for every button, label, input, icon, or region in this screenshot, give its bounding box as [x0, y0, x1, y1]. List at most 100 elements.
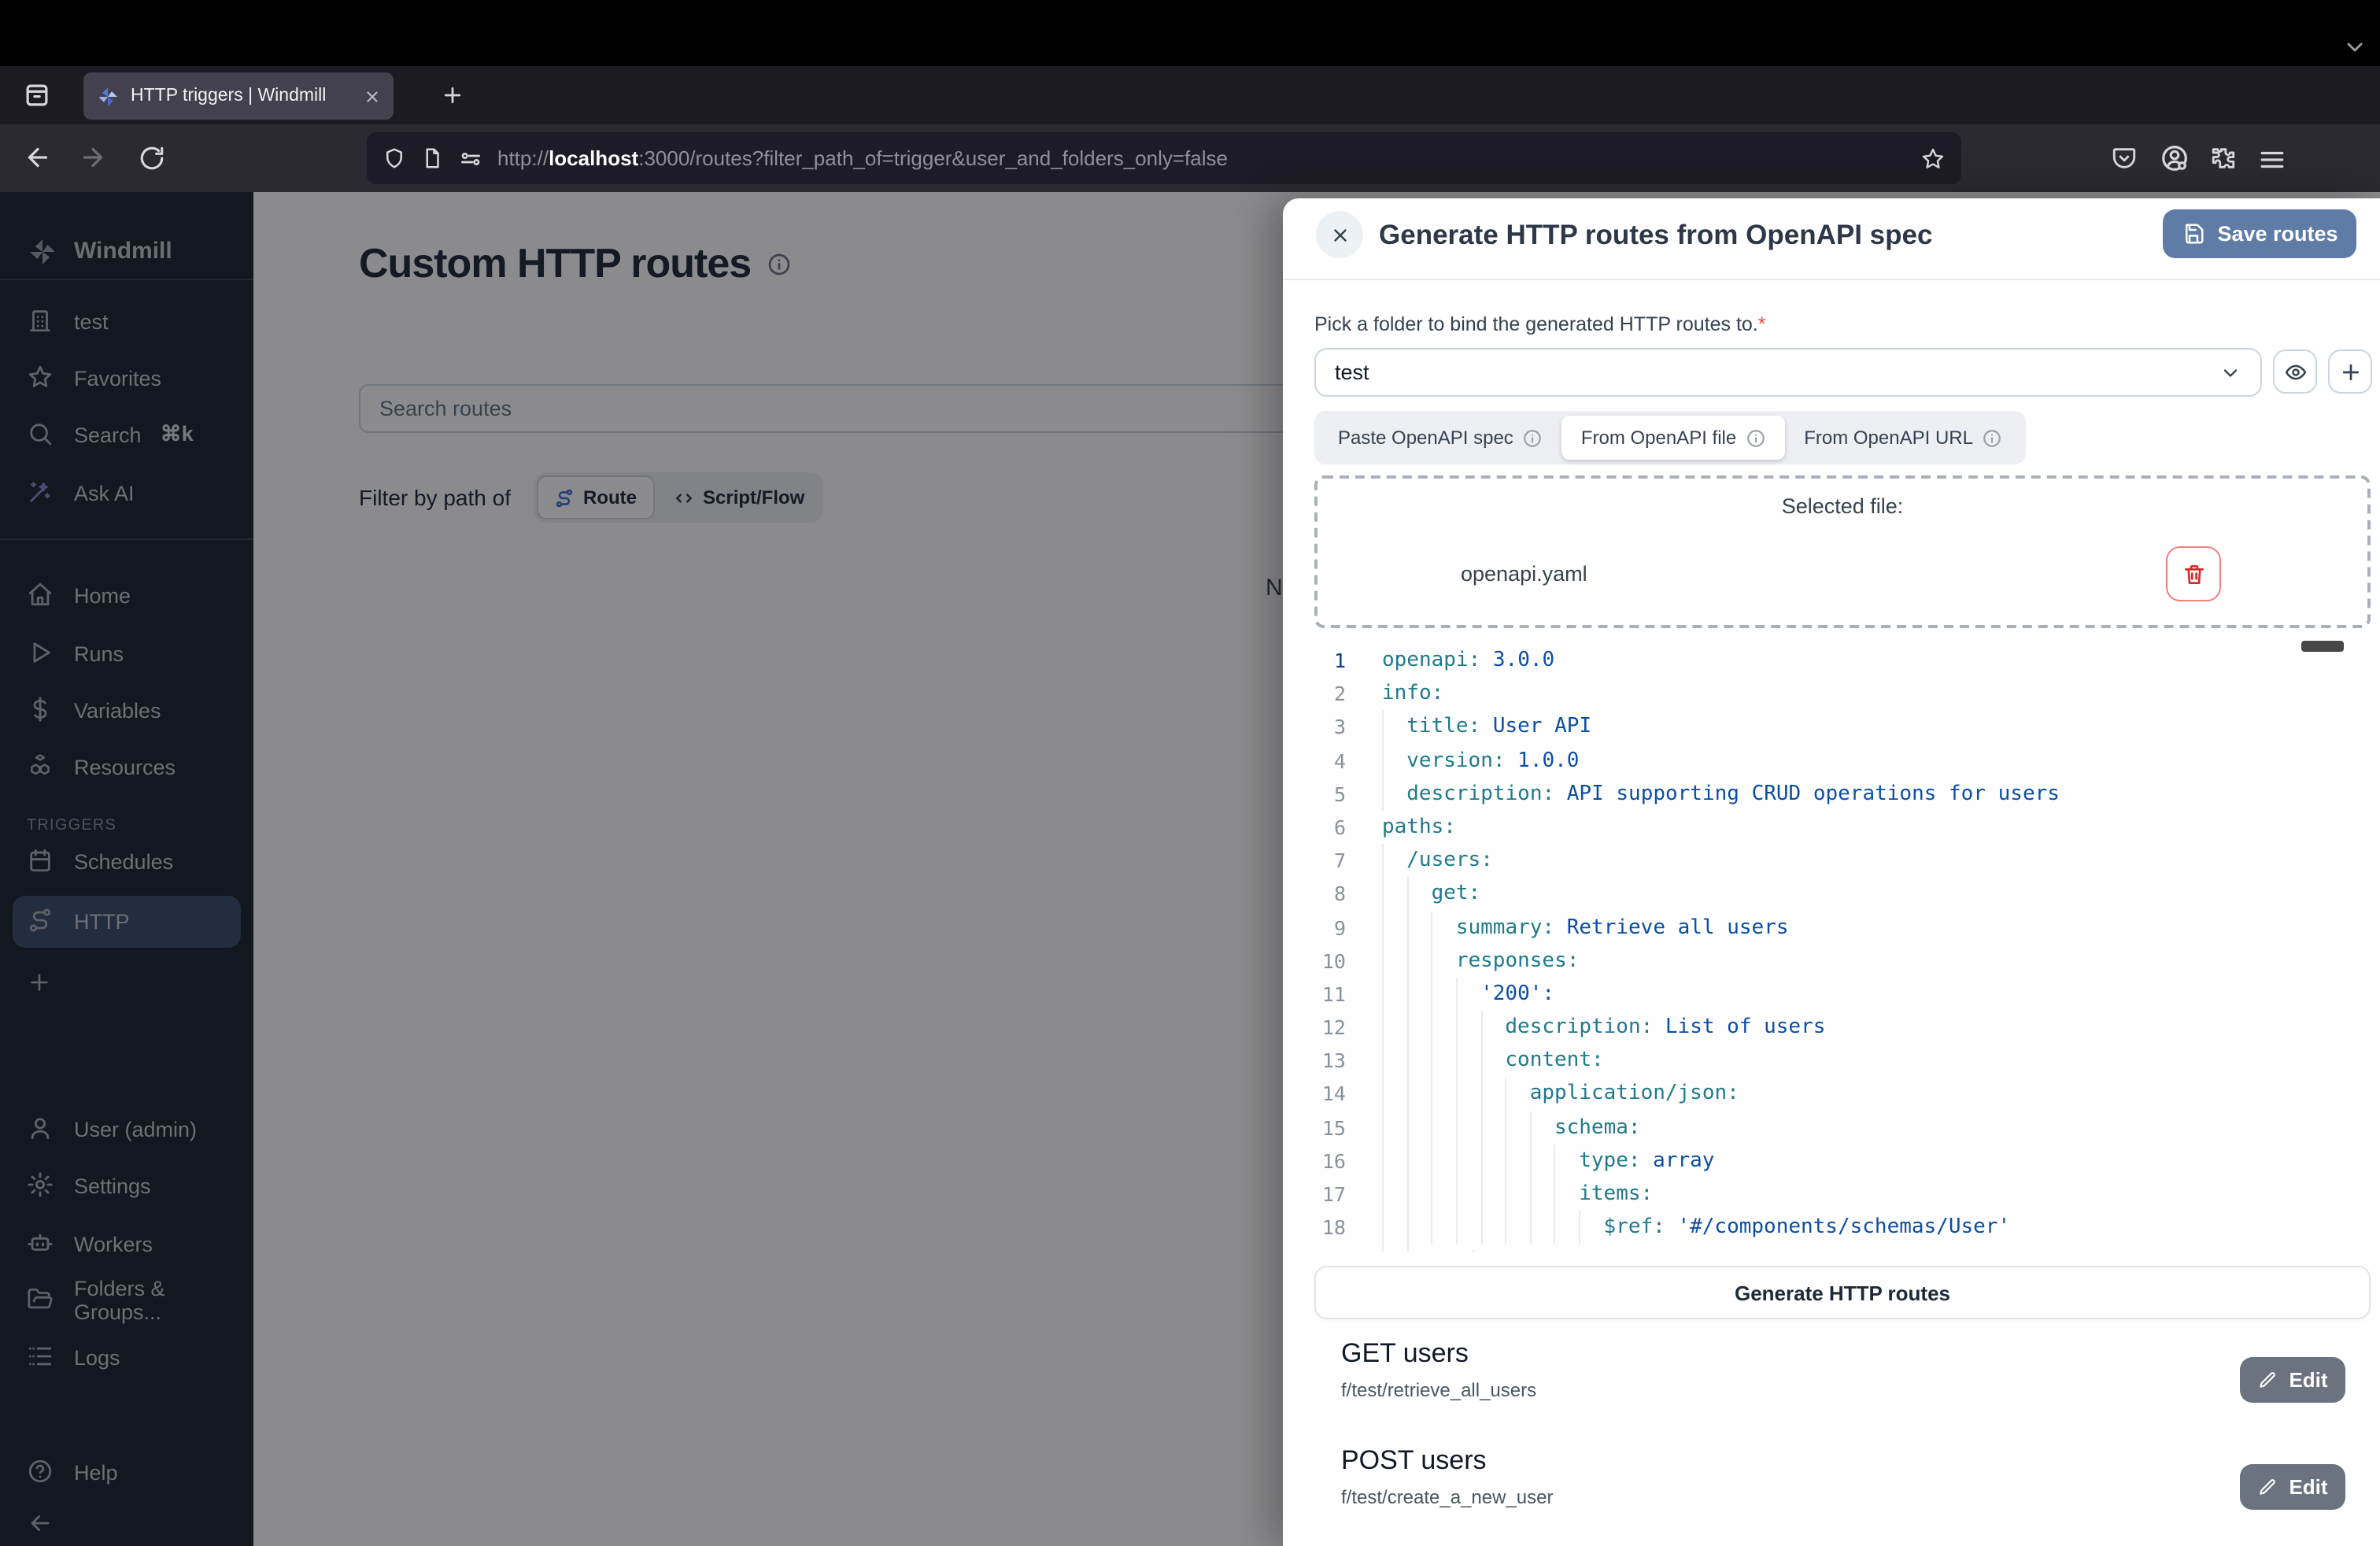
add-folder-button[interactable]: [2328, 350, 2372, 394]
forward-icon[interactable]: [79, 143, 107, 172]
editor-line[interactable]: 9summary: Retrieve all users: [1314, 911, 2358, 944]
indent-guide: [1382, 844, 1406, 877]
editor-line[interactable]: 2info:: [1314, 677, 2358, 710]
permissions-sliders-icon[interactable]: [458, 146, 483, 171]
line-code: content:: [1362, 1045, 1604, 1078]
indent-guide: [1480, 1111, 1505, 1144]
editor-line[interactable]: 3title: User API: [1314, 711, 2358, 744]
reload-icon[interactable]: [139, 145, 165, 172]
indent-guide: [1554, 1178, 1579, 1211]
indent-guide: [1406, 978, 1431, 1011]
editor-line[interactable]: 11'200':: [1314, 978, 2358, 1011]
tab-close-icon[interactable]: [364, 87, 381, 105]
line-number: 2: [1314, 677, 1362, 710]
tab-overflow-chevron-icon[interactable]: [2342, 35, 2367, 60]
editor-line[interactable]: 7/users:: [1314, 844, 2358, 877]
edit-button-label: Edit: [2289, 1368, 2327, 1392]
indent-guide: [1382, 1145, 1406, 1178]
editor-line[interactable]: 6paths:: [1314, 811, 2358, 844]
indent-guide: [1382, 944, 1406, 977]
indent-guide: [1406, 1078, 1431, 1111]
tab-paste-openapi-spec[interactable]: Paste OpenAPI spec: [1319, 416, 1562, 460]
view-folder-button[interactable]: [2273, 350, 2317, 394]
line-number: 8: [1314, 878, 1362, 911]
indent-guide: [1382, 1045, 1406, 1078]
account-icon[interactable]: [2160, 143, 2190, 173]
indent-guide: [1406, 1111, 1431, 1144]
window-titlebar: [0, 0, 2380, 66]
indent-guide: [1406, 1178, 1431, 1211]
tab-from-openapi-url[interactable]: From OpenAPI URL: [1785, 416, 2022, 460]
editor-line[interactable]: 15schema:: [1314, 1111, 2358, 1144]
indent-guide: [1554, 1211, 1579, 1244]
line-number: 16: [1314, 1145, 1362, 1178]
indent-guide: [1406, 1245, 1431, 1252]
route-card-post: POST users f/test/create_a_new_user: [1341, 1445, 1554, 1508]
line-code: get:: [1362, 878, 1480, 911]
editor-line[interactable]: 12description: List of users: [1314, 1011, 2358, 1044]
editor-line[interactable]: 17items:: [1314, 1178, 2358, 1211]
url-bar[interactable]: http://localhost:3000/routes?filter_path…: [367, 132, 1961, 184]
indent-guide: [1456, 1078, 1480, 1111]
chevron-down-icon: [2219, 361, 2241, 383]
indent-guide: [1456, 1211, 1480, 1244]
editor-line[interactable]: 19post:: [1314, 1245, 2358, 1252]
sidebar-toggle-icon[interactable]: [22, 80, 52, 110]
line-number: 6: [1314, 811, 1362, 844]
browser-tab[interactable]: HTTP triggers | Windmill: [83, 72, 394, 120]
shield-icon[interactable]: [382, 146, 406, 170]
openapi-spec-code-editor[interactable]: 1openapi: 3.0.02info:3title: User API4ve…: [1314, 644, 2358, 1252]
indent-guide: [1480, 1145, 1505, 1178]
close-drawer-button[interactable]: [1316, 211, 1363, 258]
line-code: items:: [1362, 1178, 1653, 1211]
selected-file-label: Selected file:: [1314, 494, 2371, 518]
folder-select[interactable]: test: [1314, 348, 2262, 397]
back-icon[interactable]: [24, 143, 52, 172]
edit-get-route-button[interactable]: Edit: [2240, 1357, 2345, 1403]
menu-hamburger-icon[interactable]: [2259, 146, 2286, 173]
extensions-puzzle-icon[interactable]: [2210, 145, 2237, 172]
editor-line[interactable]: 14application/json:: [1314, 1078, 2358, 1111]
indent-guide: [1382, 778, 1406, 811]
editor-scrollbar-thumb[interactable]: [2301, 641, 2344, 652]
edit-post-route-button[interactable]: Edit: [2240, 1464, 2345, 1510]
bookmark-star-icon[interactable]: [1920, 146, 1946, 171]
editor-line[interactable]: 13content:: [1314, 1045, 2358, 1078]
editor-line[interactable]: 4version: 1.0.0: [1314, 744, 2358, 777]
indent-guide: [1579, 1211, 1603, 1244]
indent-guide: [1382, 1178, 1406, 1211]
editor-line[interactable]: 8get:: [1314, 878, 2358, 911]
generate-http-routes-button[interactable]: Generate HTTP routes: [1314, 1266, 2371, 1319]
line-number: 18: [1314, 1211, 1362, 1244]
save-routes-button[interactable]: Save routes: [2163, 209, 2356, 258]
new-tab-icon[interactable]: [441, 83, 464, 107]
line-code: info:: [1362, 677, 1443, 710]
indent-guide: [1432, 911, 1456, 944]
route-title: GET users: [1341, 1338, 1536, 1370]
indent-guide: [1382, 744, 1406, 777]
line-code: paths:: [1362, 811, 1456, 844]
editor-line[interactable]: 1openapi: 3.0.0: [1314, 644, 2358, 677]
browser-tab-bar: HTTP triggers | Windmill: [0, 66, 2380, 124]
pocket-icon[interactable]: [2111, 145, 2138, 172]
indent-guide: [1505, 1111, 1529, 1144]
trash-icon: [2181, 561, 2206, 586]
editor-line[interactable]: 18$ref: '#/components/schemas/User': [1314, 1211, 2358, 1244]
editor-line[interactable]: 16type: array: [1314, 1145, 2358, 1178]
indent-guide: [1480, 1211, 1505, 1244]
eye-icon: [2283, 360, 2307, 383]
indent-guide: [1480, 1178, 1505, 1211]
editor-line[interactable]: 10responses:: [1314, 944, 2358, 977]
remove-file-button[interactable]: [2166, 546, 2221, 601]
editor-line[interactable]: 5description: API supporting CRUD operat…: [1314, 778, 2358, 811]
indent-guide: [1432, 1111, 1456, 1144]
info-icon: [1523, 427, 1543, 448]
indent-guide: [1456, 1145, 1480, 1178]
save-icon: [2181, 222, 2204, 246]
line-code: $ref: '#/components/schemas/User': [1362, 1211, 2010, 1244]
indent-guide: [1432, 1145, 1456, 1178]
route-title: POST users: [1341, 1445, 1554, 1477]
indent-guide: [1406, 944, 1431, 977]
page-info-icon[interactable]: [420, 146, 444, 170]
tab-from-openapi-file[interactable]: From OpenAPI file: [1562, 416, 1785, 460]
